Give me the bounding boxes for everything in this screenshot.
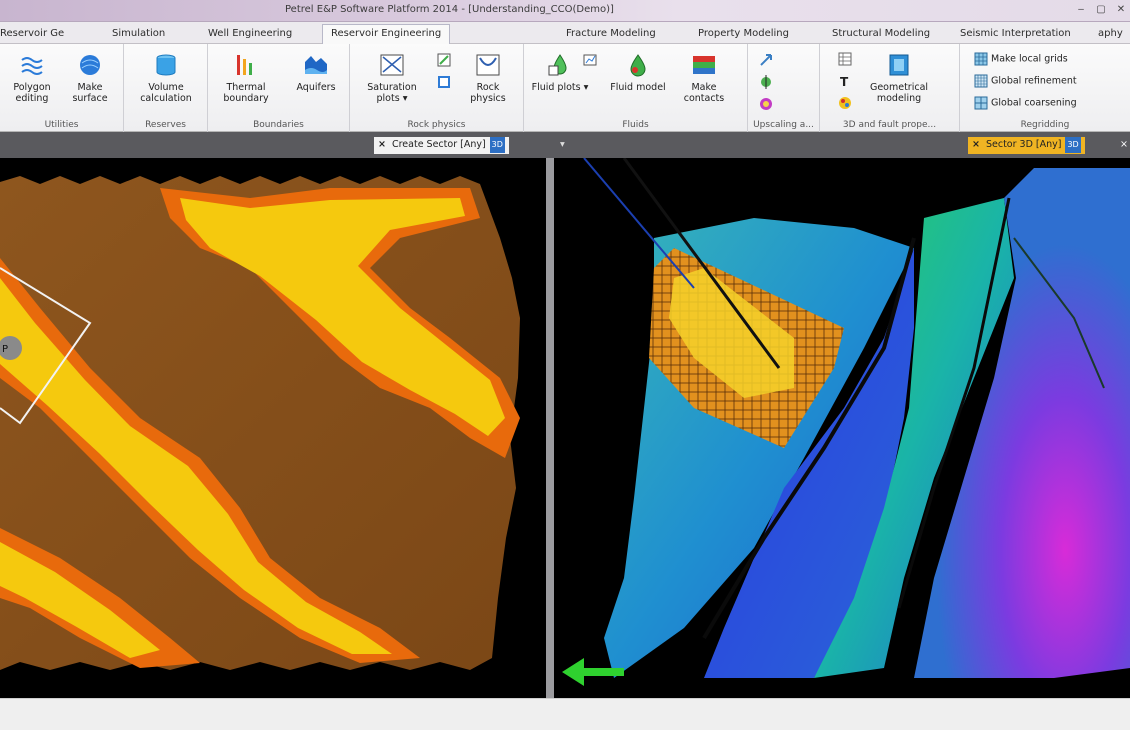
fluid-model-icon	[630, 54, 646, 77]
close-tab-icon[interactable]: ×	[1116, 137, 1130, 154]
refine-grid-icon	[974, 74, 988, 88]
tab-structural-modeling[interactable]: Structural Modeling	[832, 25, 930, 44]
table-edit-icon[interactable]	[436, 74, 452, 90]
window-title: Petrel E&P Software Platform 2014 - [Und…	[285, 4, 614, 15]
plot-settings-icon[interactable]	[436, 52, 452, 68]
tab-seismic-interpretation[interactable]: Seismic Interpretation	[960, 25, 1071, 44]
fluid-plots-button[interactable]: Fluid plots ▾	[530, 52, 590, 93]
viewport-create-sector[interactable]: P	[0, 158, 546, 698]
group-label-rock-physics: Rock physics	[407, 120, 466, 130]
ribbon: Make local grids Global refinement Globa…	[0, 44, 1130, 132]
close-window-icon[interactable]: ✕	[1114, 3, 1128, 17]
group-label-upscaling: Upscaling a...	[753, 120, 814, 130]
group-label-3d-fault-properties: 3D and fault prope...	[842, 120, 937, 130]
well-upscale-icon[interactable]	[758, 74, 774, 90]
group-label-utilities: Utilities	[44, 120, 79, 130]
rock-physics-icon	[476, 54, 500, 76]
make-contacts-button[interactable]: Make contacts	[674, 52, 734, 104]
group-rock-physics: Rock physics Saturation plots ▾ Rock phy…	[350, 44, 524, 132]
global-refinement-button[interactable]: Global refinement	[974, 74, 1077, 88]
property-upscale-icon[interactable]	[758, 96, 774, 112]
saturation-plots-button[interactable]: Saturation plots ▾	[362, 52, 422, 104]
document-tab-bar: × Create Sector [Any] 3D ▾ × Sector 3D [Any…	[0, 132, 1130, 158]
coarsen-grid-icon	[974, 96, 988, 110]
group-label-boundaries: Boundaries	[253, 120, 304, 130]
facies-map[interactable]: P	[0, 158, 546, 698]
upscale-icon[interactable]	[758, 52, 774, 68]
sector-3d-model[interactable]	[554, 158, 1130, 698]
tab-simulation[interactable]: Simulation	[112, 25, 165, 44]
minimize-icon[interactable]: –	[1074, 3, 1088, 17]
aquifers-button[interactable]: Aquifers	[286, 52, 346, 93]
tab-fracture-modeling[interactable]: Fracture Modeling	[566, 25, 656, 44]
view-3d-icon: 3D	[1065, 137, 1081, 153]
make-surface-icon	[80, 55, 100, 75]
group-upscaling: Upscaling a...	[748, 44, 820, 132]
text-icon[interactable]: T	[838, 74, 852, 88]
thermal-boundary-icon	[237, 55, 252, 75]
view-splitter[interactable]	[546, 158, 554, 698]
point-marker-label: P	[2, 344, 8, 355]
tab-reservoir-engineering[interactable]: Reservoir Engineering	[322, 24, 451, 45]
volume-calculation-button[interactable]: Volume calculation	[136, 52, 196, 104]
group-utilities: Make surface Polygon editing Utilities	[0, 44, 124, 132]
rock-physics-button[interactable]: Rock physics	[458, 52, 518, 104]
thermal-boundary-button[interactable]: Thermal boundary	[216, 52, 276, 104]
group-regridding: Make local grids Global refinement Globa…	[960, 44, 1130, 132]
color-palette-icon[interactable]	[838, 96, 852, 110]
fluid-plots-icon	[548, 54, 567, 76]
tab-reservoir-geomechanics[interactable]: Reservoir Ge	[0, 25, 64, 44]
geometrical-modeling-icon	[889, 54, 909, 76]
make-local-grids-button[interactable]: Make local grids	[974, 52, 1068, 66]
group-fluids: Make contacts Fluid model Fluid plots ▾ …	[524, 44, 748, 132]
svg-text:T: T	[840, 75, 849, 88]
aquifer-icon	[305, 56, 327, 74]
geometrical-modeling-button[interactable]: Geometrical modeling	[864, 52, 934, 104]
viewport-sector-3d[interactable]	[554, 158, 1130, 698]
saturation-plots-icon	[380, 54, 404, 76]
group-reserves: Volume calculation Reserves	[124, 44, 208, 132]
tab-well-engineering[interactable]: Well Engineering	[208, 25, 292, 44]
polygon-editing-icon	[21, 57, 43, 75]
group-boundaries: Aquifers Thermal boundary Boundaries	[208, 44, 350, 132]
status-bar	[0, 698, 1130, 730]
ribbon-tab-row: aphy Seismic Interpretation Structural M…	[0, 22, 1130, 45]
global-coarsening-button[interactable]: Global coarsening	[974, 96, 1077, 110]
make-surface-button[interactable]: Make surface	[60, 52, 120, 104]
group-3d-fault-properties: Geometrical modeling T 3D and fault prop…	[820, 44, 960, 132]
grid-icon	[974, 52, 988, 66]
close-tab-icon[interactable]: ×	[972, 139, 980, 150]
fluid-extra-icon[interactable]	[582, 52, 598, 68]
view-3d-icon: 3D	[489, 137, 505, 153]
polygon-editing-button[interactable]: Polygon editing	[2, 52, 62, 104]
group-label-reserves: Reserves	[145, 120, 186, 130]
tab-geophysics[interactable]: aphy	[1098, 25, 1123, 44]
fluid-model-button[interactable]: Fluid model	[608, 52, 668, 93]
tab-list-dropdown-icon[interactable]: ▾	[556, 137, 569, 154]
doc-tab-create-sector[interactable]: × Create Sector [Any] 3D	[374, 137, 509, 154]
table-icon[interactable]	[838, 52, 852, 66]
tab-property-modeling[interactable]: Property Modeling	[698, 25, 789, 44]
group-label-fluids: Fluids	[622, 120, 649, 130]
group-label-regridding: Regridding	[1020, 120, 1070, 130]
volume-calculation-icon	[156, 54, 176, 76]
title-bar: Petrel E&P Software Platform 2014 - [Und…	[0, 0, 1130, 22]
maximize-icon[interactable]: ▢	[1094, 3, 1108, 17]
close-tab-icon[interactable]: ×	[378, 139, 386, 150]
contacts-icon	[693, 56, 715, 74]
doc-tab-sector-3d[interactable]: × Sector 3D [Any] 3D	[968, 137, 1085, 154]
